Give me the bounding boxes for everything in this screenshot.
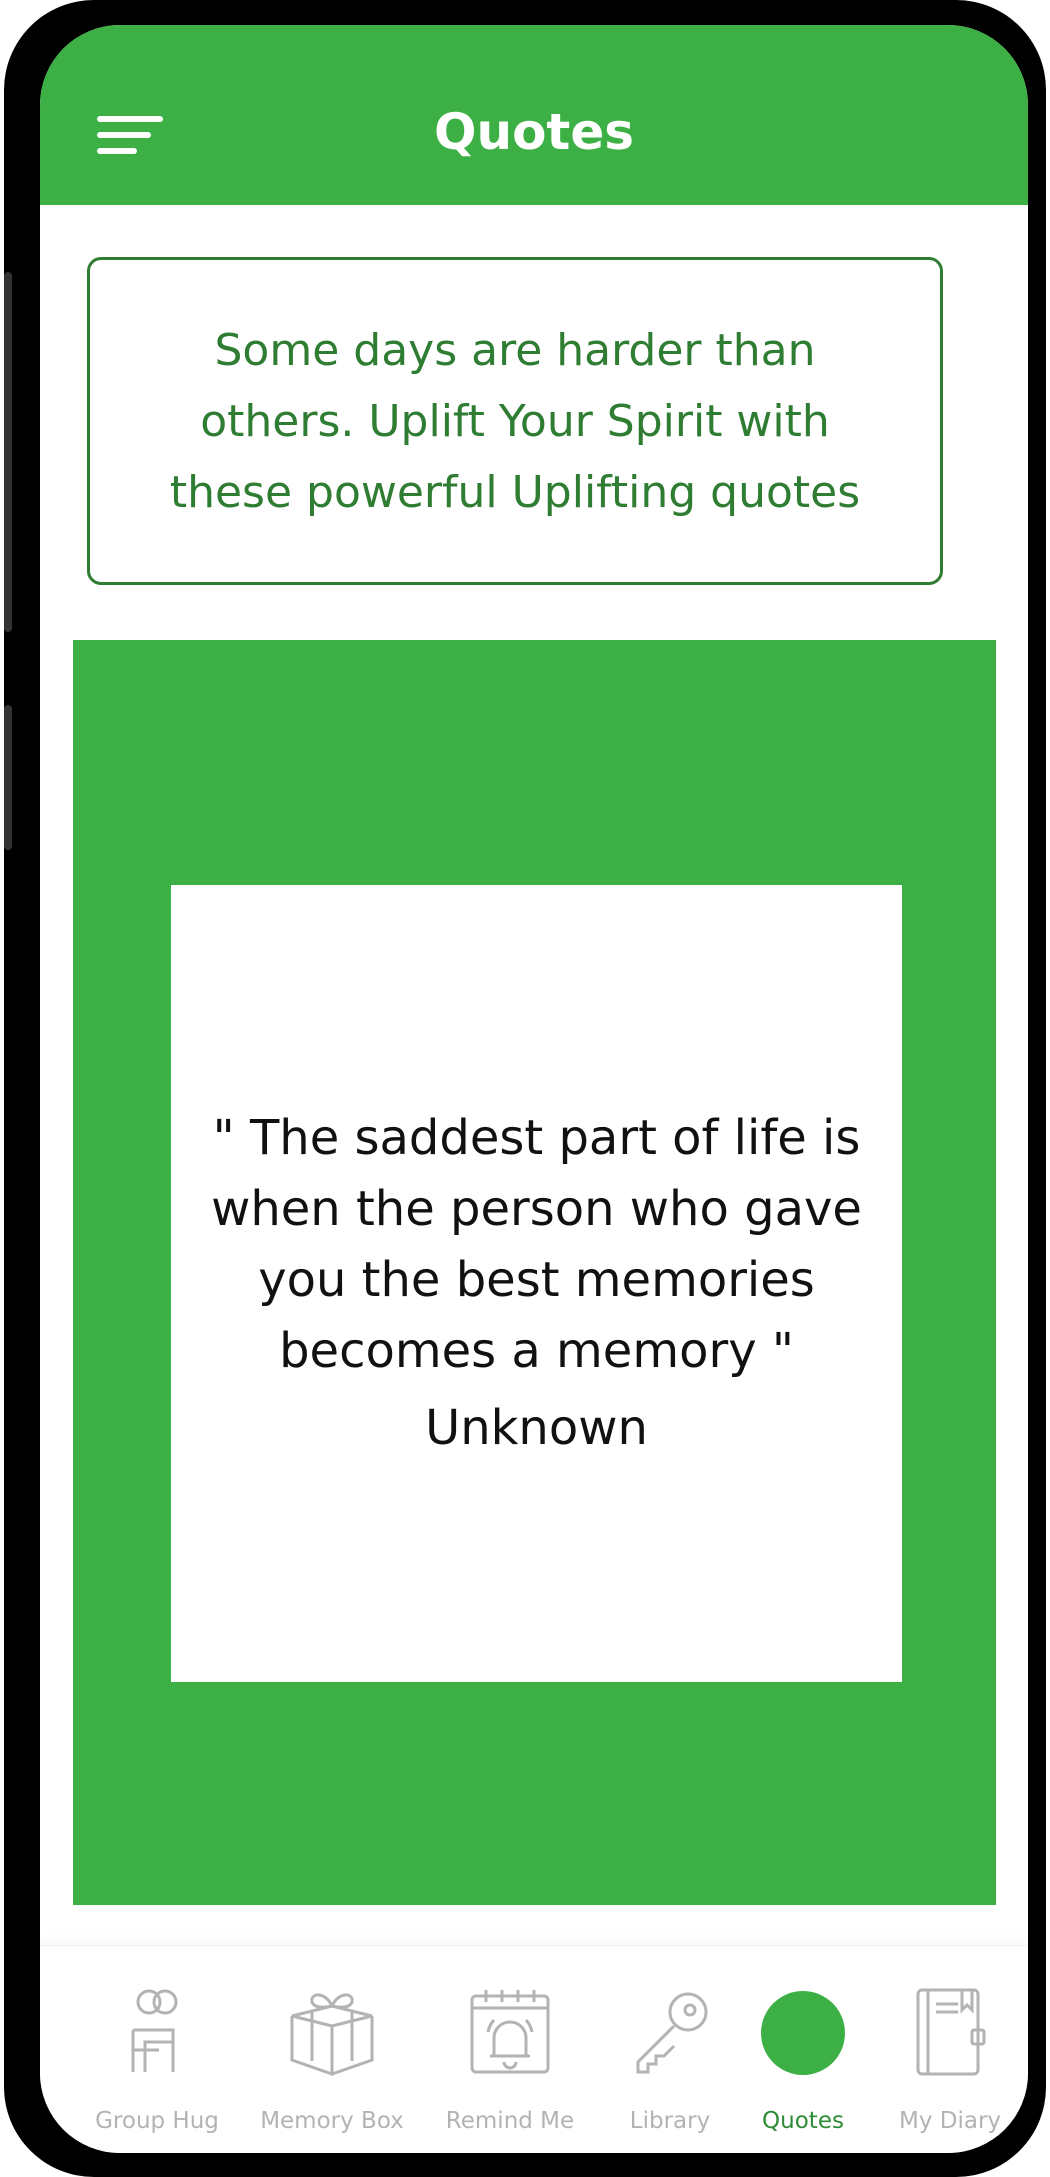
quote-author: Unknown xyxy=(425,1400,648,1456)
app-screen: Quotes Some days are harder than others.… xyxy=(40,25,1028,2153)
key-icon xyxy=(624,1986,716,2078)
nav-item-library[interactable]: Library xyxy=(620,1946,720,2153)
side-button-volume xyxy=(4,272,12,632)
phone-frame: Quotes Some days are harder than others.… xyxy=(4,0,1046,2177)
quote-text: " The saddest part of life is when the p… xyxy=(211,1110,862,1379)
nav-label-quotes: Quotes xyxy=(762,2108,844,2134)
nav-item-remind-me[interactable]: Remind Me xyxy=(446,1946,574,2153)
nav-label-library: Library xyxy=(629,2108,711,2134)
intro-text: Some days are harder than others. Uplift… xyxy=(169,324,861,518)
page-title: Quotes xyxy=(433,103,635,161)
nav-item-group-hug[interactable]: Group Hug xyxy=(95,1946,219,2153)
app-header: Quotes xyxy=(40,25,1028,205)
nav-label-group-hug: Group Hug xyxy=(95,2108,219,2134)
nav-label-remind-me: Remind Me xyxy=(445,2108,575,2134)
intro-banner: Some days are harder than others. Uplift… xyxy=(87,257,943,585)
quotes-icon xyxy=(761,1991,845,2075)
quote-card: " The saddest part of life is when the p… xyxy=(171,885,902,1682)
quote-panel: " The saddest part of life is when the p… xyxy=(73,640,996,1905)
nav-item-memory-box[interactable]: Memory Box xyxy=(260,1946,404,2153)
bottom-navigation: Group Hug Memory Box Remind Me Library Q… xyxy=(40,1945,1028,2153)
gift-box-icon xyxy=(286,1986,378,2078)
nav-label-memory-box: Memory Box xyxy=(260,2108,404,2134)
nav-item-quotes[interactable]: Quotes xyxy=(750,1946,856,2153)
nav-label-my-diary: My Diary xyxy=(898,2108,1002,2134)
side-button-power xyxy=(4,705,12,850)
group-hug-icon xyxy=(111,1986,203,2078)
diary-icon xyxy=(904,1986,996,2078)
bell-calendar-icon xyxy=(464,1986,556,2078)
nav-item-my-diary[interactable]: My Diary xyxy=(899,1946,1001,2153)
